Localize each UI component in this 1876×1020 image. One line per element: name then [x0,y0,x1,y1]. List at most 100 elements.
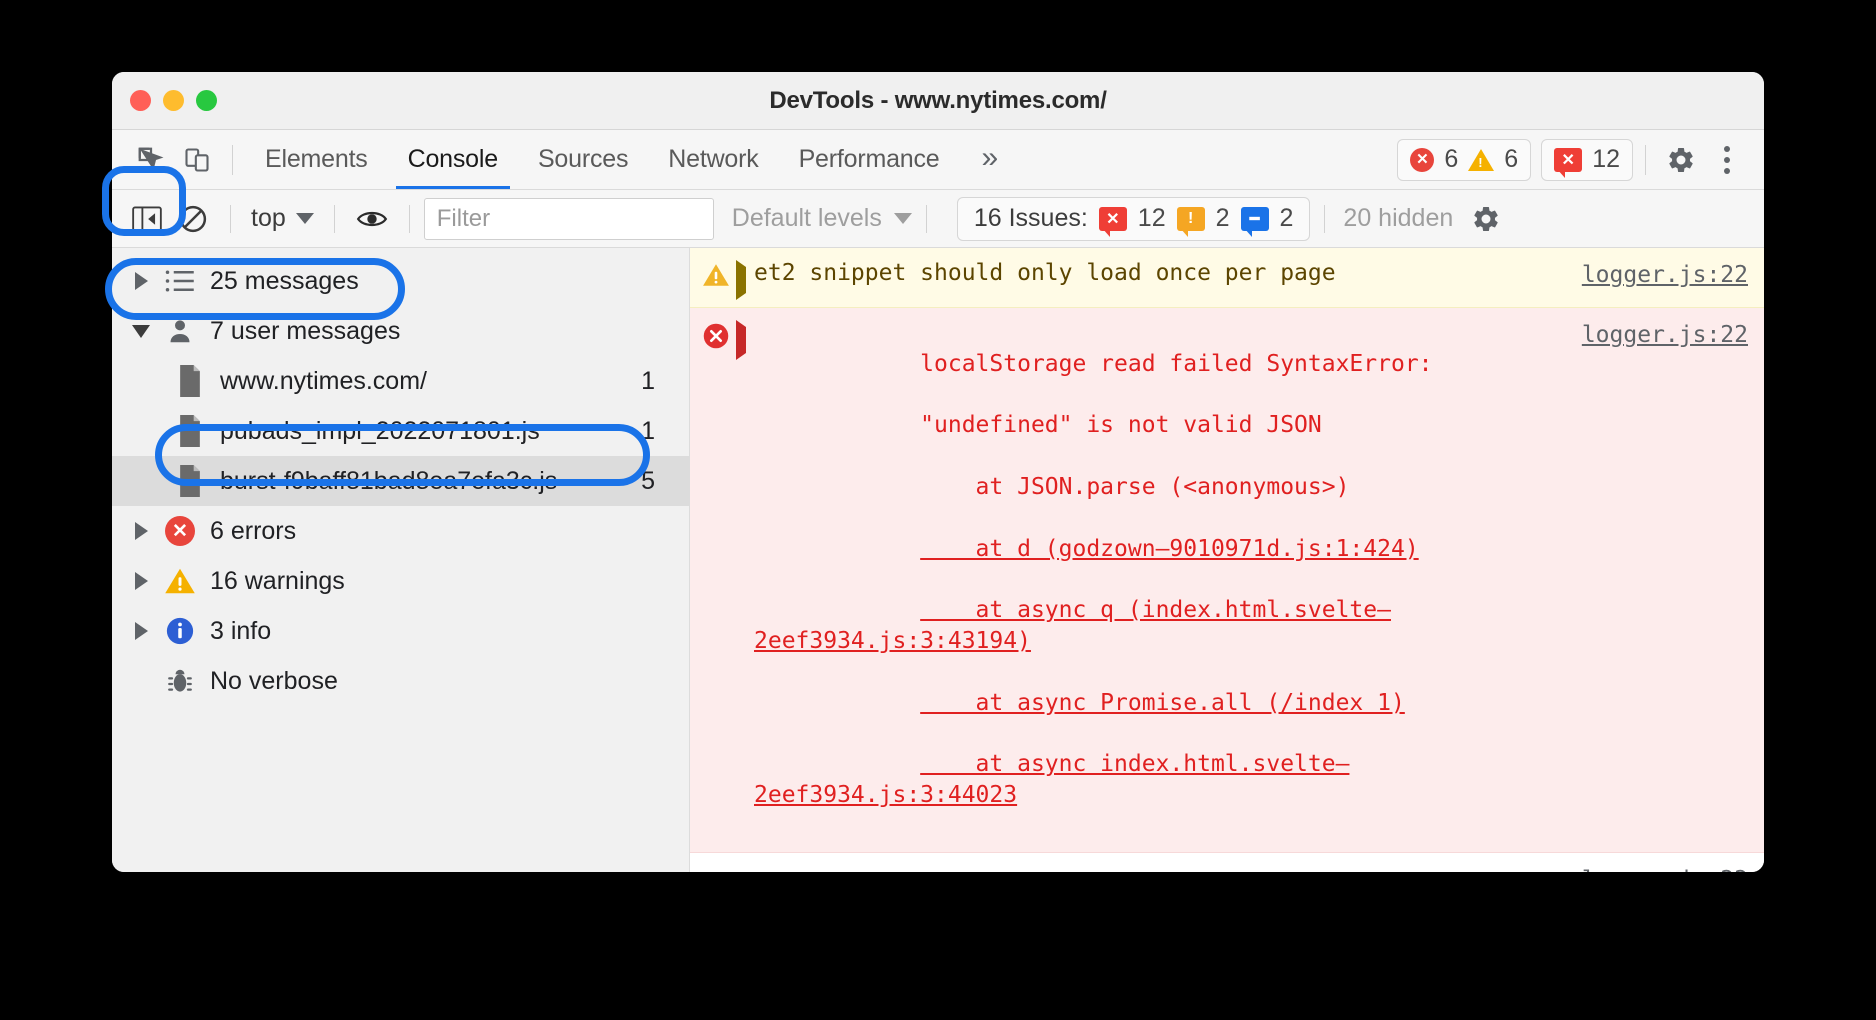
execution-context-selector[interactable]: top [245,204,320,233]
error-message-text: localStorage read failed SyntaxError: [920,351,1432,377]
sidebar-item-messages[interactable]: 25 messages [112,256,689,306]
tab-console[interactable]: Console [388,130,518,189]
console-sidebar: 25 messages 7 user messages [112,248,690,872]
warning-triangle-icon-msg [702,258,736,297]
tab-network-label: Network [668,145,758,174]
tab-elements[interactable]: Elements [245,130,388,189]
expand-arrow-icon[interactable] [736,258,754,297]
info-icon [160,616,200,646]
log-levels-label: Default levels [732,204,882,233]
filter-placeholder: Filter [437,205,490,233]
stack-line-2[interactable]: at async q (index.html.svelte–2eef3934.j… [754,597,1391,654]
toolbar-divider-5 [1324,205,1325,233]
source-link[interactable]: logger.js:22 [1582,260,1748,291]
tab-sources[interactable]: Sources [518,130,648,189]
list-icon [160,268,200,294]
window-title: DevTools - www.nytimes.com/ [112,87,1764,115]
console-message-error[interactable]: localStorage read failed SyntaxError: "u… [690,308,1764,853]
file-icon [170,365,210,397]
issue-warning-count: 2 [1216,204,1230,233]
tab-performance-label: Performance [799,145,940,174]
sidebar-item-label: 6 errors [210,517,689,546]
kebab-menu-icon[interactable] [1704,140,1750,180]
tabbar-right-divider [1645,145,1646,175]
hidden-messages-label: 20 hidden [1343,204,1453,233]
console-message-warning[interactable]: et2 snippet should only load once per pa… [690,248,1764,308]
user-icon [160,316,200,346]
error-detail-line: "undefined" is not valid JSON [920,412,1322,438]
sidebar-item-label: pubads_impl_2022071801.js [220,417,641,446]
cursor-select-icon[interactable] [128,140,174,180]
minimize-window-button[interactable] [163,90,184,111]
panel-tabs: Elements Console Sources Network Perform… [245,130,1020,189]
twisty-right-icon[interactable] [126,622,156,640]
chevron-down-icon-levels [894,213,912,224]
toolbar-divider-3 [409,205,410,233]
sidebar-item-label: www.nytimes.com/ [220,367,641,396]
warning-count: 6 [1504,145,1518,174]
stack-line-3[interactable]: at async Promise.all (/index 1) [920,690,1405,716]
sidebar-item-info[interactable]: 3 info [112,606,689,656]
source-link-vhs[interactable]: logger.js:22 [1582,865,1748,872]
sidebar-item-label: burst-f9baff81bad8ea7efa3c.js [220,467,641,496]
console-settings-gear-icon[interactable] [1463,198,1509,240]
issue-error-count: 12 [1138,204,1166,233]
stack-line-0: at JSON.parse (<anonymous>) [920,474,1349,500]
sidebar-item-count: 5 [641,467,689,496]
window-controls[interactable] [130,90,217,111]
sidebar-item-label: 7 user messages [210,317,689,346]
issues-summary-bar[interactable]: 16 Issues: ✕ 12 ! 2 ━ 2 [957,197,1311,241]
issue-warning-icon: ! [1177,207,1205,231]
live-expression-icon[interactable] [349,198,395,240]
maximize-window-button[interactable] [196,90,217,111]
file-icon [170,465,210,497]
more-tabs-icon[interactable]: » [959,143,1020,173]
source-link-error[interactable]: logger.js:22 [1582,320,1748,351]
error-icon: ✕ [160,516,200,546]
sidebar-item-label: 3 info [210,617,689,646]
error-circle-icon-msg [702,318,736,842]
stack-line-1[interactable]: at d (godzown–9010971d.js:1:424) [920,536,1419,562]
expand-arrow-icon-error[interactable] [736,318,754,842]
warning-icon [160,566,200,596]
chevron-down-icon [296,213,314,224]
sidebar-item-verbose[interactable]: No verbose [112,656,689,706]
issues-badge[interactable]: ✕ 12 [1541,139,1633,181]
tab-elements-label: Elements [265,145,368,174]
twisty-right-icon[interactable] [126,272,156,290]
sidebar-item-burst[interactable]: burst-f9baff81bad8ea7efa3c.js 5 [112,456,689,506]
log-levels-selector[interactable]: Default levels [732,204,912,233]
twisty-right-icon[interactable] [126,522,156,540]
console-toolbar: top Filter Default levels 16 Issues: [112,190,1764,248]
sidebar-item-count: 1 [641,417,689,446]
sidebar-item-errors[interactable]: ✕ 6 errors [112,506,689,556]
error-count: 6 [1444,145,1458,174]
twisty-down-icon[interactable] [126,325,156,338]
tab-performance[interactable]: Performance [779,130,960,189]
tabbar-divider [232,145,233,175]
tab-sources-label: Sources [538,145,628,174]
filter-input[interactable]: Filter [424,198,714,240]
sidebar-item-pubads[interactable]: pubads_impl_2022071801.js 1 [112,406,689,456]
gear-icon[interactable] [1658,140,1704,180]
sidebar-item-warnings[interactable]: 16 warnings [112,556,689,606]
stack-line-4[interactable]: at async index.html.svelte–2eef3934.js:3… [754,751,1349,808]
tab-network[interactable]: Network [648,130,778,189]
error-warning-badge[interactable]: ✕ 6 6 [1397,139,1531,181]
issue-info-icon: ━ [1241,207,1269,231]
sidebar-item-label: No verbose [210,667,689,696]
toolbar-divider-1 [230,205,231,233]
device-toolbar-icon[interactable] [174,140,220,180]
issue-info-count: 2 [1280,204,1294,233]
console-message-vhs[interactable]: vhs For complete VHS debug info: localSt… [690,853,1764,872]
error-circle-icon: ✕ [1410,148,1434,172]
warning-triangle-icon [1468,149,1494,171]
close-window-button[interactable] [130,90,151,111]
issues-count: 12 [1592,145,1620,174]
show-console-sidebar-icon[interactable] [124,198,170,240]
sidebar-item-nytimes[interactable]: www.nytimes.com/ 1 [112,356,689,406]
twisty-right-icon[interactable] [126,572,156,590]
clear-console-icon[interactable] [170,198,216,240]
tabbar-right-cluster: ✕ 6 6 ✕ 12 [1387,139,1750,181]
sidebar-item-user-messages[interactable]: 7 user messages [112,306,689,356]
